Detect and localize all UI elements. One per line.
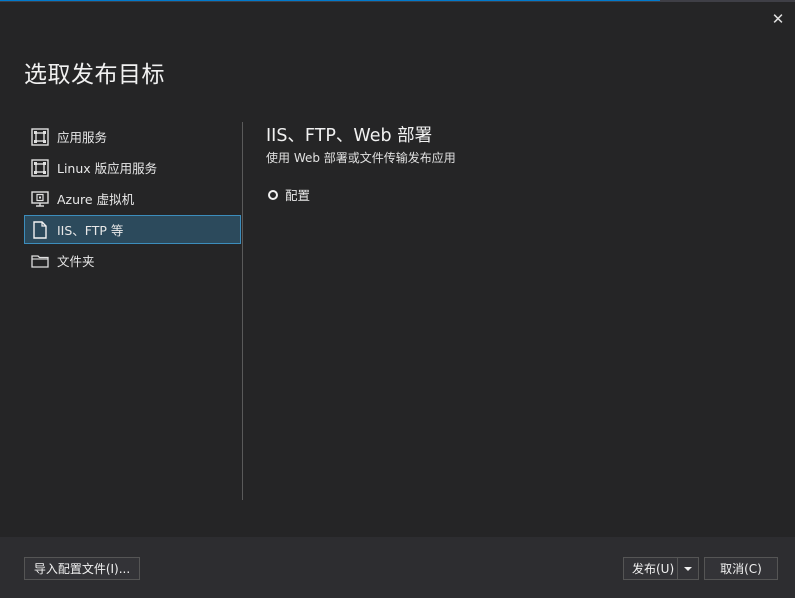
document-icon [31, 220, 49, 239]
import-profile-button[interactable]: 导入配置文件(I)... [24, 557, 140, 580]
target-label: 应用服务 [57, 130, 108, 145]
target-item-app-service-linux[interactable]: Linux 版应用服务 [24, 153, 241, 182]
target-label: Linux 版应用服务 [57, 161, 158, 176]
target-item-app-service[interactable]: 应用服务 [24, 122, 241, 151]
dialog-footer: 导入配置文件(I)... 发布(U) 取消(C) [0, 537, 795, 598]
publish-label: 发布(U) [632, 562, 675, 576]
target-label: IIS、FTP 等 [57, 223, 124, 238]
radio-button[interactable] [268, 189, 278, 200]
cancel-button[interactable]: 取消(C) [704, 557, 778, 580]
app-service-icon [31, 127, 49, 146]
panel-divider [242, 122, 243, 500]
virtual-machine-icon [31, 190, 49, 208]
publish-dialog: ✕ 选取发布目标 应用服务 Linux 版应用服务 Azure 虚拟机 IIS、… [0, 0, 795, 598]
close-icon: ✕ [771, 10, 785, 28]
target-item-folder[interactable]: 文件夹 [24, 246, 241, 275]
publish-target-list: 应用服务 Linux 版应用服务 Azure 虚拟机 IIS、FTP 等 文件夹 [24, 122, 241, 277]
radio-label: 配置 [285, 188, 311, 203]
target-detail-panel: IIS、FTP、Web 部署 使用 Web 部署或文件传输发布应用 配置 [266, 122, 456, 204]
active-accent-line [0, 0, 660, 1]
target-item-azure-vm[interactable]: Azure 虚拟机 [24, 184, 241, 213]
app-service-linux-icon [31, 158, 49, 177]
target-label: 文件夹 [57, 254, 95, 269]
import-profile-label: 导入配置文件(I)... [33, 562, 131, 576]
close-button[interactable]: ✕ [769, 10, 787, 28]
chevron-down-icon [684, 566, 692, 571]
title-bar-edge [0, 0, 795, 2]
cancel-label: 取消(C) [720, 562, 762, 576]
target-label: Azure 虚拟机 [57, 192, 135, 207]
publish-button[interactable]: 发布(U) [623, 557, 699, 580]
detail-description: 使用 Web 部署或文件传输发布应用 [266, 151, 456, 165]
target-item-iis-ftp[interactable]: IIS、FTP 等 [24, 215, 241, 244]
detail-title: IIS、FTP、Web 部署 [266, 126, 433, 146]
folder-icon [31, 252, 49, 270]
dialog-title: 选取发布目标 [24, 62, 165, 88]
publish-dropdown-button[interactable] [677, 558, 698, 579]
configure-option[interactable]: 配置 [266, 185, 456, 204]
